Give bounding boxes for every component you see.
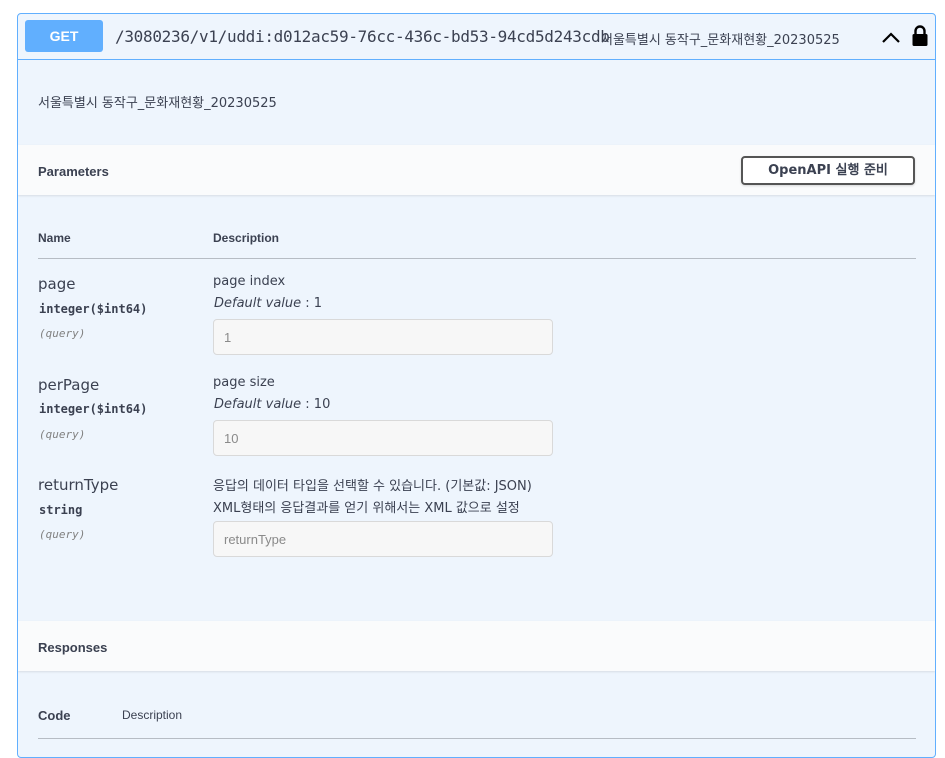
method-badge: GET [25,20,103,52]
parameters-title: Parameters [38,164,109,179]
parameter-default: Default value : 10 [214,397,330,412]
operation-description: 서울특별시 동작구_문화재현황_20230525 [38,96,277,111]
parameter-location: (query) [39,327,86,340]
column-name-header: Name [38,231,71,245]
parameter-name: page [38,275,76,293]
parameter-location: (query) [39,528,86,541]
operation-path[interactable]: /3080236/v1/uddi:d012ac59-76cc-436c-bd53… [115,27,610,46]
try-it-out-button[interactable]: OpenAPI 실행 준비 [741,156,915,185]
parameter-type: string [39,503,83,517]
operation-block: GET /3080236/v1/uddi:d012ac59-76cc-436c-… [17,13,936,758]
parameter-description-note: XML형태의 응답결과를 얻기 위해서는 XML 값으로 설정 [213,501,520,516]
parameter-description: page index [213,274,286,289]
chevron-up-icon[interactable] [880,27,902,49]
parameter-type: integer($int64) [39,402,148,416]
operation-summary-text: 서울특별시 동작구_문화재현황_20230525 [601,33,840,48]
table-divider [38,738,916,739]
default-label: Default value [214,397,302,412]
operation-summary[interactable]: GET /3080236/v1/uddi:d012ac59-76cc-436c-… [18,14,935,60]
perpage-input[interactable] [213,420,553,456]
responses-header: Responses [18,621,935,671]
returntype-input[interactable] [213,521,553,557]
default-label: Default value [214,296,302,311]
default-value: : 1 [305,296,323,311]
parameter-location: (query) [39,428,86,441]
column-description-header: Description [122,708,183,722]
parameter-description: page size [213,375,275,390]
lock-icon[interactable] [911,25,929,47]
parameter-type: integer($int64) [39,302,148,316]
parameter-name: perPage [38,376,100,394]
page-input[interactable] [213,319,553,355]
table-divider [38,258,916,259]
parameter-name: returnType [38,476,119,494]
responses-title: Responses [38,640,108,655]
parameter-description: 응답의 데이터 타입을 선택할 수 있습니다. (기본값: JSON) [213,479,532,494]
default-value: : 10 [305,397,331,412]
column-code-header: Code [38,708,71,723]
column-description-header: Description [213,231,280,245]
parameter-default: Default value : 1 [214,296,322,311]
